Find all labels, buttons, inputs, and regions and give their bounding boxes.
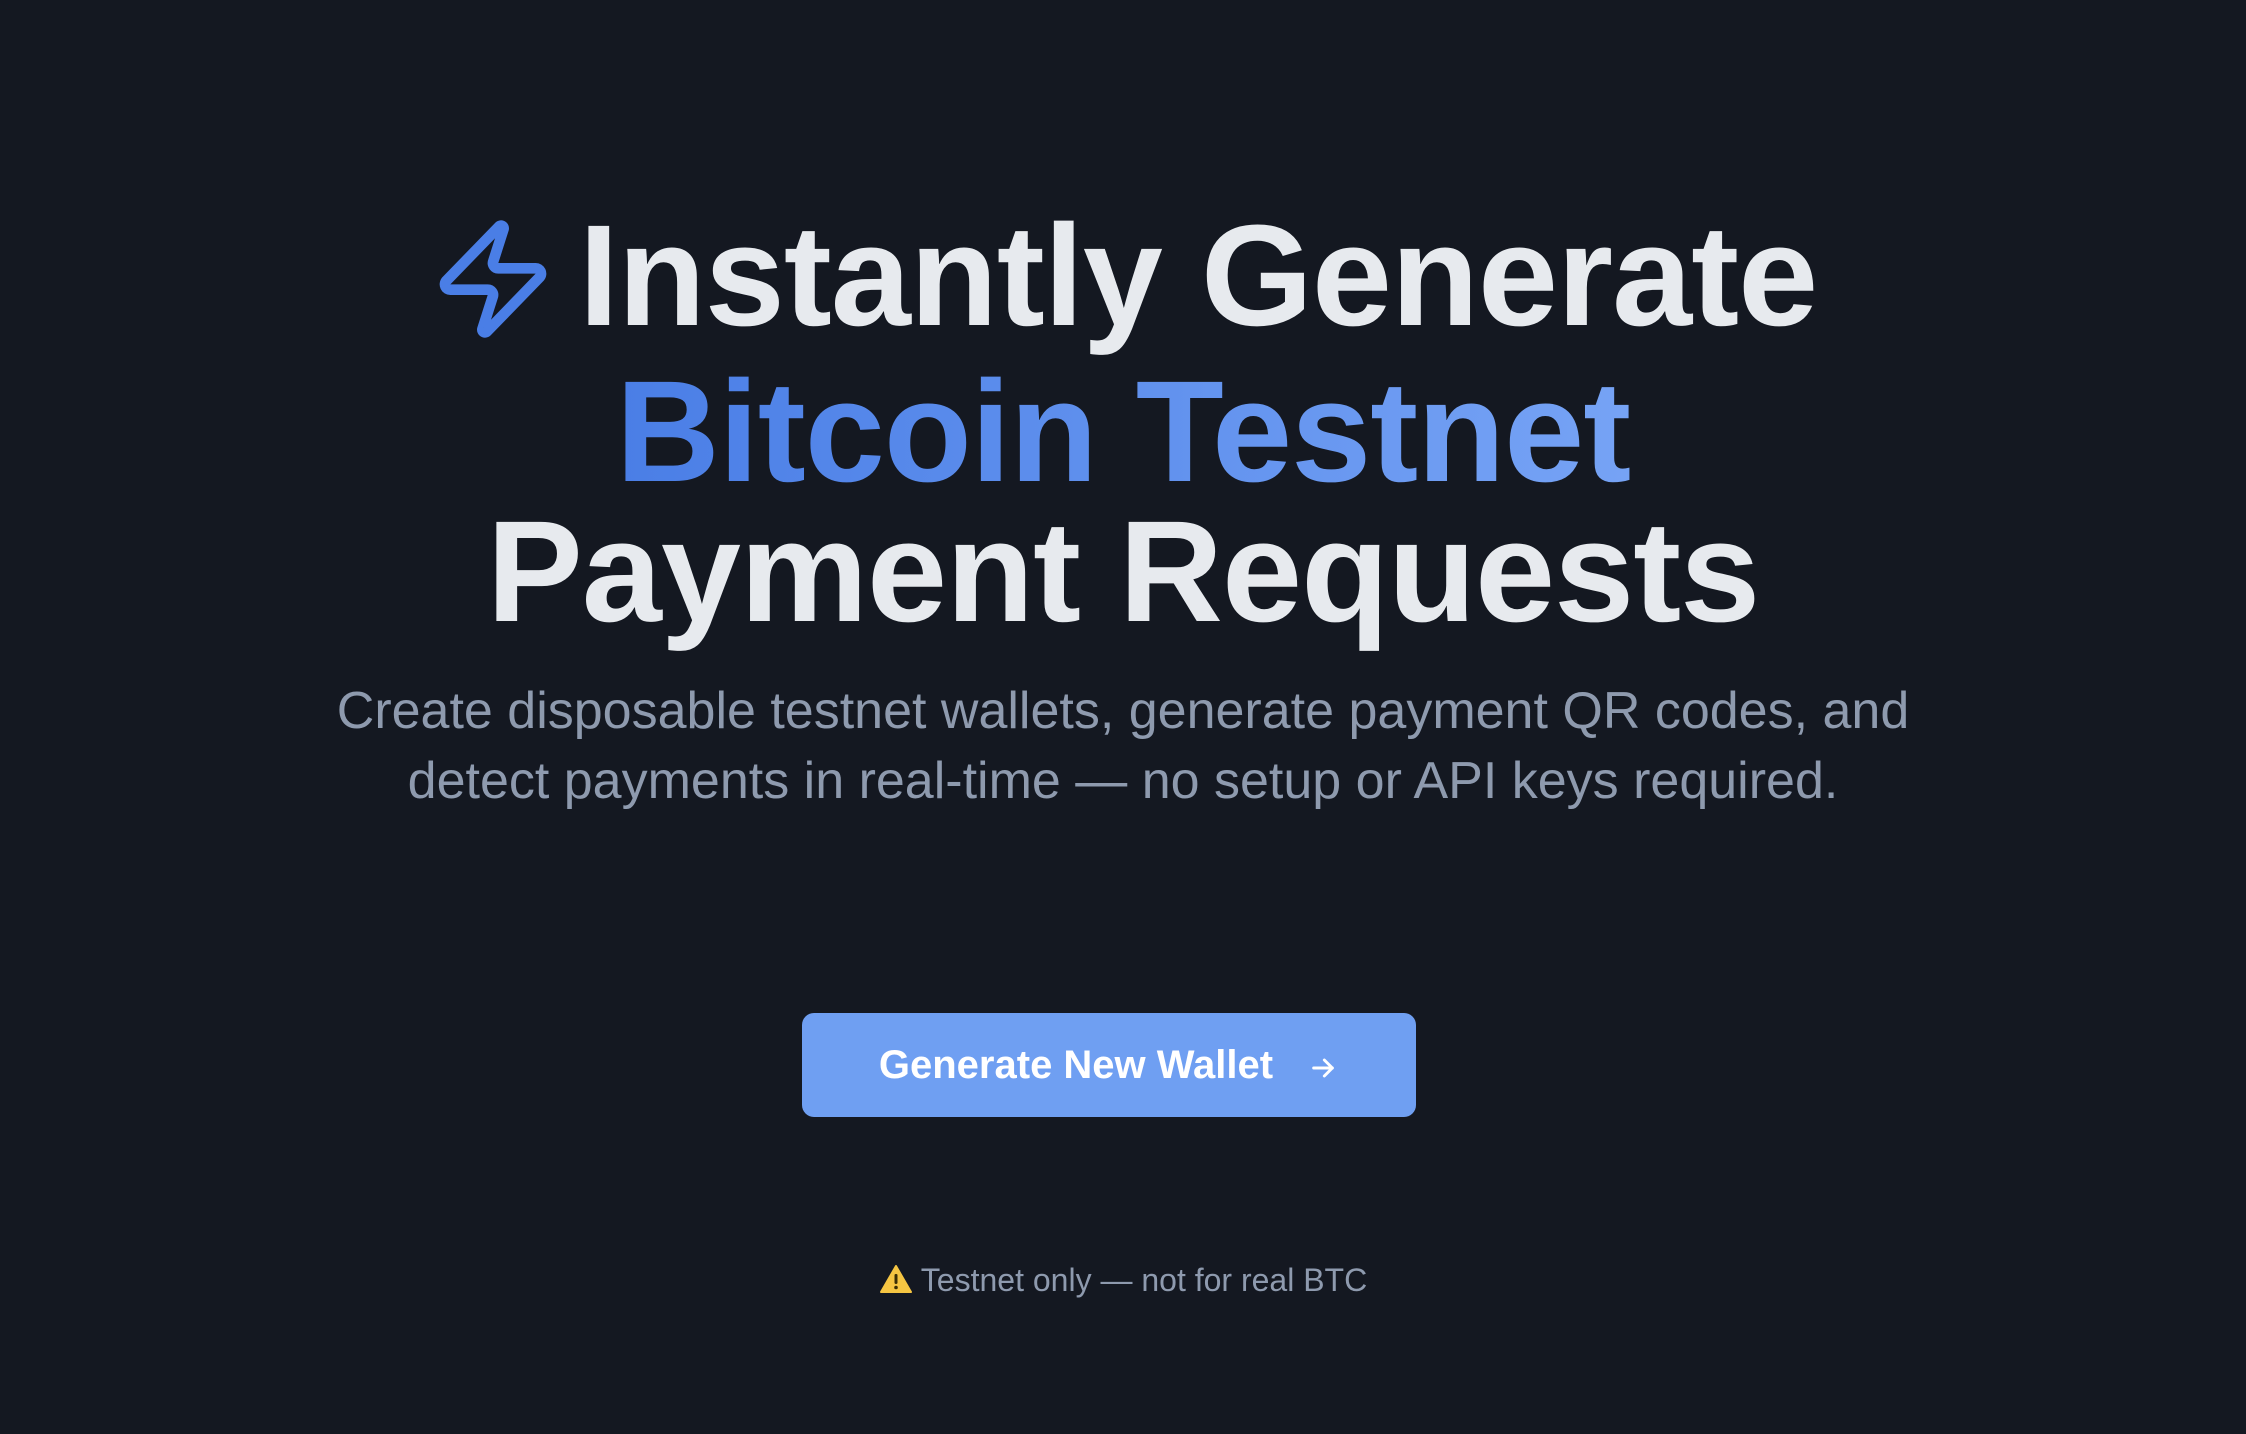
- headline-line-1: Instantly Generate: [0, 196, 2246, 357]
- warning-icon: [879, 1261, 913, 1293]
- testnet-warning-note: Testnet only — not for real BTC: [0, 1258, 2246, 1302]
- hero-section: Instantly Generate Bitcoin Testnet Payme…: [0, 0, 2246, 1434]
- headline-line-1-text: Instantly Generate: [578, 195, 1818, 356]
- headline-line-2: Bitcoin Testnet: [0, 352, 2246, 512]
- generate-new-wallet-label: Generate New Wallet: [878, 1042, 1274, 1087]
- headline-line-3-text: Payment Requests: [486, 491, 1760, 652]
- headline-accent-text: Bitcoin Testnet: [615, 351, 1631, 512]
- generate-new-wallet-button[interactable]: Generate New Wallet: [802, 1013, 1416, 1117]
- hero-subtitle: Create disposable testnet wallets, gener…: [336, 682, 1910, 810]
- testnet-warning-text: Testnet only — not for real BTC: [920, 1262, 1368, 1298]
- headline-line-3: Payment Requests: [0, 492, 2246, 652]
- lightning-bolt-icon: [429, 209, 557, 349]
- arrow-right-icon: [1307, 1049, 1339, 1081]
